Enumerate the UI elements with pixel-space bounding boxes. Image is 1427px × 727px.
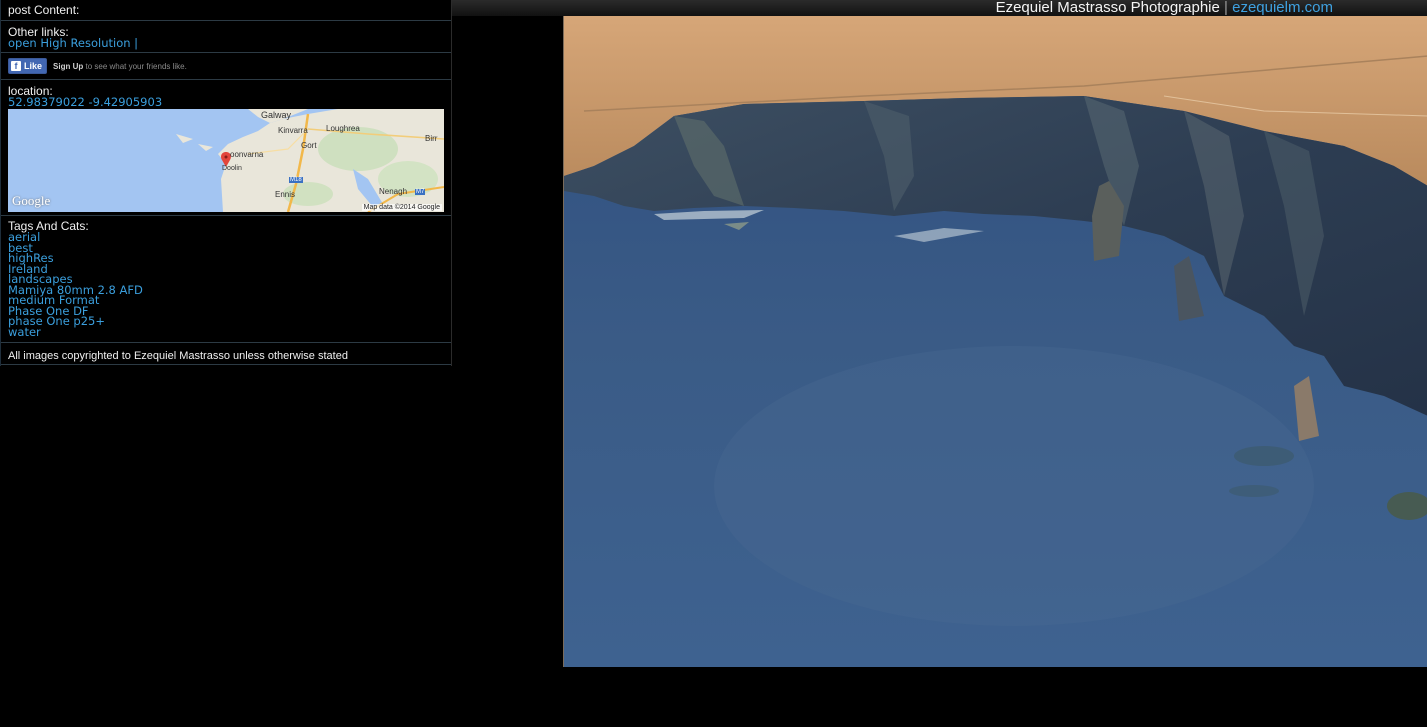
map-place-birr: Birr [425, 133, 438, 143]
facebook-signup-link[interactable]: Sign Up [53, 62, 83, 71]
other-links-section: Other links: open High Resolution | [1, 21, 451, 53]
tag-link[interactable]: aerial [8, 232, 444, 243]
tag-link[interactable]: best [8, 242, 444, 254]
info-sidebar: post Content: Other links: open High Res… [0, 0, 452, 366]
map-place-ennis: Ennis [275, 189, 296, 199]
tag-link[interactable]: Ireland [8, 263, 444, 275]
location-map[interactable]: Galway Kinvarra Loughrea Gort Birr oonva… [8, 108, 444, 212]
site-title: Ezequiel Mastrasso Photographie [995, 0, 1220, 16]
high-resolution-link[interactable]: open High Resolution | [8, 38, 444, 49]
post-content-section: post Content: [1, 0, 451, 21]
map-place-galway: Galway [261, 109, 292, 120]
tags-section: Tags And Cats: aerial best highRes Irela… [1, 216, 451, 343]
map-graphic [8, 108, 444, 212]
facebook-signup-suffix: to see what your friends like. [85, 61, 187, 71]
tag-link[interactable]: phase One p25+ [8, 316, 444, 327]
copyright-text: All images copyrighted to Ezequiel Mastr… [8, 350, 348, 362]
map-road-m18: M18 [289, 176, 303, 183]
map-place-gort: Gort [301, 140, 317, 150]
map-place-lisdoonvarna: oonvarna [230, 149, 264, 159]
facebook-like-button[interactable]: f Like [8, 58, 48, 74]
facebook-section: f Like Sign Up to see what your friends … [1, 53, 451, 80]
header-separator: | [1224, 0, 1228, 16]
map-place-nenagh: Nenagh [379, 186, 408, 196]
site-link[interactable]: ezequielm.com [1232, 0, 1333, 16]
location-coordinates-link[interactable]: 52.98379022 -9.42905903 [8, 97, 444, 108]
map-road-m7: M7 [415, 188, 426, 195]
map-place-doolin: Doolin [222, 164, 242, 172]
site-header: Ezequiel Mastrasso Photographie | ezequi… [451, 0, 1427, 16]
google-logo[interactable]: Google [12, 193, 50, 209]
tag-link[interactable]: water [8, 326, 444, 338]
post-content-label: post Content: [8, 3, 80, 17]
facebook-signup-text: Sign Up to see what your friends like. [53, 62, 187, 71]
map-place-kinvarra: Kinvarra [278, 125, 308, 135]
cliffs-photo-image [564, 16, 1427, 667]
facebook-like-label: Like [24, 61, 43, 71]
location-section: location: 52.98379022 -9.42905903 Galway… [1, 80, 451, 216]
map-place-loughrea: Loughrea [326, 123, 360, 133]
tag-link[interactable]: highRes [8, 253, 444, 264]
facebook-icon: f [11, 61, 21, 71]
map-data-attribution: Map data ©2014 Google [361, 203, 442, 211]
tags-label: Tags And Cats: [8, 219, 89, 233]
copyright-section: All images copyrighted to Ezequiel Mastr… [1, 343, 451, 365]
main-photo[interactable] [563, 16, 1427, 667]
